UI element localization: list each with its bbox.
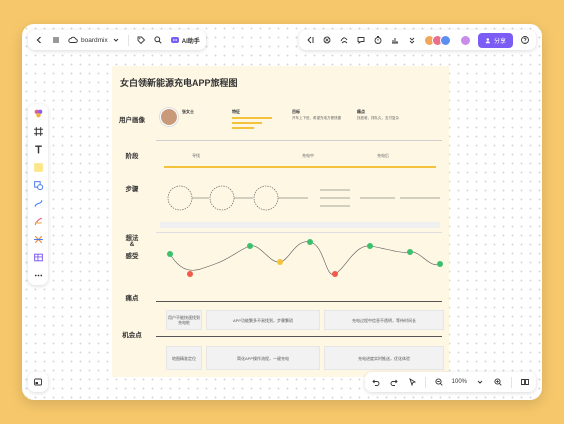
app-window: boardmix AI助手 分享 女白领新能源充电APP旅程图 用户画像 阶段 … [22,24,542,400]
zoom-in-icon[interactable] [493,377,503,387]
row-label-feelings-3: 感受 [125,253,139,260]
redo-icon[interactable] [389,377,399,387]
reaction-icon[interactable] [339,35,349,45]
book-icon[interactable] [520,377,530,387]
collaborator-avatars[interactable] [423,34,451,46]
persona-goal-text: 开车上下班，希望充电方便快捷 [292,116,341,120]
divider [511,376,512,388]
bottom-right-toolbar: 100% [364,372,536,392]
emotion-curve [167,239,443,277]
frame-icon[interactable] [33,126,44,137]
minimap-icon [33,377,43,387]
ai-assistant-button[interactable]: AI助手 [170,35,200,45]
divider [127,34,129,46]
left-toolbar [28,104,48,285]
persona-col-title: 特征 [232,109,240,114]
undo-icon[interactable] [371,377,381,387]
opportunity-box[interactable]: 简化APP操作流程，一键充电 [206,346,320,370]
persona-pain-text: 找桩难，排队久，支付复杂 [357,116,399,120]
row-divider [156,140,442,141]
persona-name: 张女士 [182,109,194,114]
template-icon[interactable] [33,108,44,119]
avatar [439,34,451,46]
more-tools-icon[interactable] [407,35,417,45]
divider [424,376,426,388]
user-avatar[interactable] [459,34,471,46]
pen-icon[interactable] [33,216,44,227]
persona-bar [232,127,254,129]
share-label: 分享 [493,38,506,45]
persona-pain-title: 痛点 [357,109,365,114]
persona-goal-title: 目标 [292,109,300,114]
steps-flow-diagram [160,185,440,228]
tag-icon[interactable] [136,35,146,45]
menu-icon[interactable] [51,35,61,45]
search-icon[interactable] [153,35,163,45]
sticky-note-icon[interactable] [33,162,44,173]
table-icon[interactable] [33,252,44,263]
persona-bar [232,122,262,124]
row-label-feelings-2: & [129,241,135,248]
vote-icon[interactable] [390,35,400,45]
row-label-pain: 痛点 [125,295,139,302]
chevron-down-icon [111,35,121,45]
row-divider [156,232,442,233]
brand-label: boardmix [81,36,108,44]
ai-sparkle-icon [170,35,180,45]
persona-bar [232,117,272,119]
stage-label: 充电中 [302,153,314,158]
help-icon[interactable] [520,35,530,45]
chevron-down-icon[interactable] [475,377,485,387]
expand-icon[interactable] [305,35,315,45]
minimap-toggle[interactable] [28,372,48,392]
zoom-level[interactable]: 100% [452,379,467,385]
page-title: 女白领新能源充电APP旅程图 [120,78,238,88]
cloud-icon [68,35,78,45]
share-button[interactable]: 分享 [477,32,513,48]
brand-menu[interactable]: boardmix [68,35,121,45]
row-label-steps: 步骤 [125,186,139,193]
ai-label: AI助手 [181,38,200,45]
connector-icon[interactable] [33,198,44,209]
comment-icon[interactable] [356,35,366,45]
pointer-icon[interactable] [407,377,417,387]
row-label-opportunity: 机会点 [122,332,142,339]
row-label-persona: 用户画像 [119,117,145,124]
mindmap-icon[interactable] [33,234,44,245]
persona-avatar [160,108,178,126]
section-divider [156,336,442,337]
timer-icon[interactable] [373,35,383,45]
section-divider [156,301,442,302]
back-icon[interactable] [34,35,44,45]
stage-label: 充电后 [377,153,389,158]
row-label-stage: 阶段 [125,153,139,160]
text-icon[interactable] [33,144,44,155]
stage-label: 寻找 [192,153,200,158]
opportunity-box[interactable]: 充电进度实时推送，优化体验 [324,346,444,370]
opportunity-box[interactable]: 地图精准定位 [166,346,202,370]
stage-bar [164,166,436,168]
pain-point-box[interactable]: APP功能繁多不易找到，步骤繁琐 [206,310,320,330]
user-plus-icon [485,37,492,44]
top-left-toolbar: boardmix AI助手 [28,30,206,50]
top-right-toolbar: 分享 [298,30,536,50]
pain-point-box[interactable]: 用户不能快速找到充电桩 [166,310,202,330]
shape-icon[interactable] [33,180,44,191]
pain-point-box[interactable]: 充电过程中信息不透明，等待时间长 [324,310,444,330]
zoom-out-icon[interactable] [434,377,444,387]
journey-map-frame[interactable]: 女白领新能源充电APP旅程图 用户画像 阶段 步骤 想法 & 感受 痛点 机会点… [112,66,449,377]
more-icon[interactable] [33,270,44,281]
shapes-icon[interactable] [322,35,332,45]
